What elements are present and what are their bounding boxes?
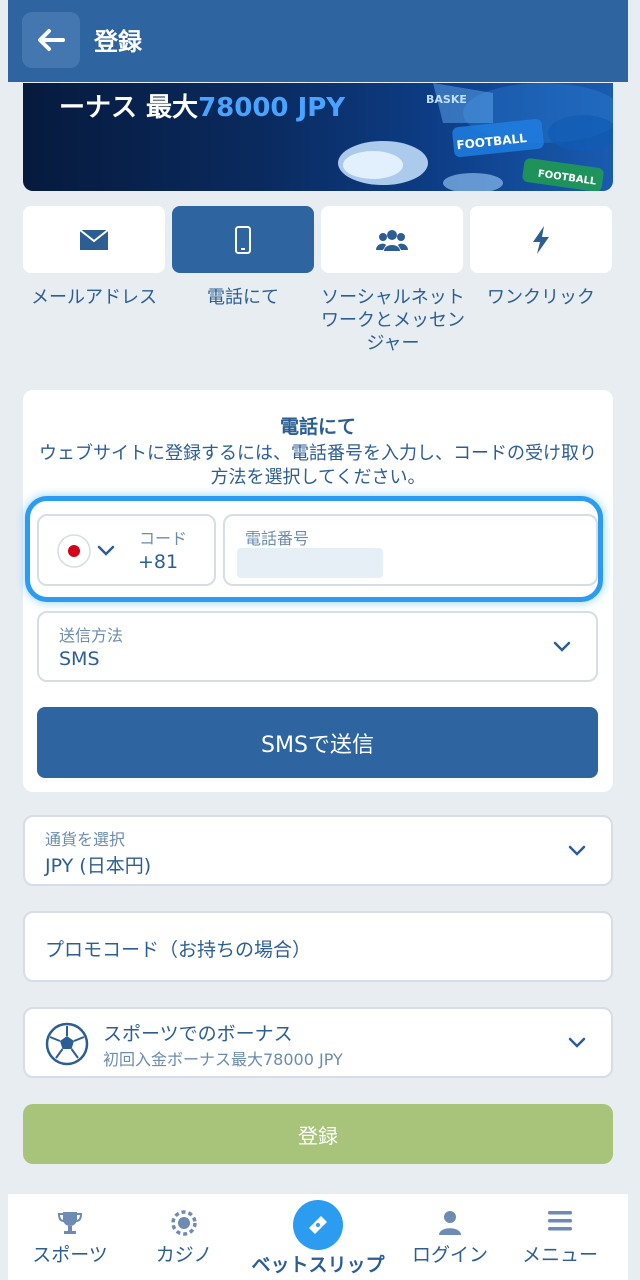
nav-login[interactable]: ログイン: [388, 1194, 512, 1280]
phone-icon: [235, 225, 251, 254]
chevron-down-icon: [553, 641, 571, 652]
ticket-icon: [309, 1216, 327, 1234]
page-title: 登録: [94, 28, 142, 56]
send-method-select[interactable]: 送信方法 SMS: [37, 611, 598, 682]
people-icon: [376, 229, 408, 251]
nav-sports[interactable]: スポーツ: [8, 1194, 132, 1280]
method-tile-email[interactable]: [23, 206, 165, 273]
bonus-title: スポーツでのボーナス: [103, 1023, 293, 1045]
poker-chip-icon: [171, 1210, 197, 1236]
banner-text-amount: 78000 JPY: [198, 93, 346, 123]
currency-value: JPY (日本円): [45, 855, 152, 877]
bottom-navigation: スポーツ カジノ ベットスリップ ログイン メニュー: [8, 1194, 628, 1280]
promo-banner: FOOTBALL BASKE FOOTBALL ーナス 最大78000 JPY: [23, 83, 613, 191]
nav-betslip[interactable]: ベットスリップ: [246, 1194, 390, 1280]
phone-label: 電話番号: [245, 529, 310, 548]
nav-casino[interactable]: カジノ: [122, 1194, 246, 1280]
bonus-subtitle: 初回入金ボーナス最大78000 JPY: [103, 1050, 343, 1069]
register-button[interactable]: 登録: [23, 1104, 613, 1164]
method-tile-social[interactable]: [321, 206, 463, 273]
betslip-badge: [293, 1200, 343, 1250]
method-label-phone: 電話にて: [207, 287, 279, 308]
banner-text-prefix: ーナス 最大: [59, 93, 199, 123]
phone-number-field[interactable]: 電話番号: [223, 514, 598, 586]
method-tile-oneclick[interactable]: [470, 206, 612, 273]
japan-flag-icon: [57, 534, 91, 568]
chevron-down-icon: [568, 1037, 586, 1048]
chevron-down-icon: [568, 845, 586, 856]
nav-label: ログイン: [411, 1244, 488, 1266]
nav-label: ベットスリップ: [251, 1254, 385, 1276]
nav-label: カジノ: [155, 1244, 213, 1266]
chevron-down-icon: [97, 545, 115, 556]
nav-label: メニュー: [521, 1244, 598, 1266]
card-description: ウェブサイトに登録するには、電話番号を入力し、コードの受け取り方法を選択してくだ…: [39, 443, 597, 488]
envelope-icon: [79, 228, 109, 250]
promo-placeholder: プロモコード（お持ちの場合）: [45, 939, 312, 961]
send-method-label: 送信方法: [59, 626, 124, 645]
method-tile-phone[interactable]: [172, 206, 314, 273]
user-icon: [439, 1211, 461, 1235]
country-code-selector[interactable]: コード +81: [37, 514, 216, 586]
currency-label: 通貨を選択: [45, 830, 126, 849]
method-label-social: ソーシャルネットワークとメッセンジャー: [321, 287, 465, 354]
arrow-left-icon: [38, 29, 65, 51]
currency-select[interactable]: 通貨を選択 JPY (日本円): [23, 815, 613, 886]
hamburger-menu-icon: [548, 1211, 572, 1231]
code-value: +81: [138, 551, 179, 573]
back-button[interactable]: [22, 12, 80, 68]
bonus-select[interactable]: スポーツでのボーナス 初回入金ボーナス最大78000 JPY: [23, 1007, 613, 1078]
nav-label: スポーツ: [32, 1244, 108, 1266]
send-sms-button[interactable]: SMSで送信: [37, 707, 598, 778]
banner-ball-label: BASKE: [426, 93, 467, 106]
method-label-email: メールアドレス: [31, 287, 157, 308]
method-label-oneclick: ワンクリック: [487, 287, 595, 308]
code-label: コード: [139, 529, 188, 548]
promo-code-input[interactable]: プロモコード（お持ちの場合）: [23, 911, 613, 982]
soccer-ball-icon: [45, 1022, 89, 1066]
card-title: 電話にて: [279, 416, 356, 438]
lightning-icon: [533, 225, 549, 254]
trophy-icon: [57, 1212, 83, 1234]
phone-number-redacted: [237, 548, 383, 578]
nav-menu[interactable]: メニュー: [498, 1194, 622, 1280]
top-app-bar: 登録: [8, 0, 628, 82]
banner-headline: ーナス 最大78000 JPY: [59, 87, 345, 124]
send-method-value: SMS: [59, 648, 100, 670]
